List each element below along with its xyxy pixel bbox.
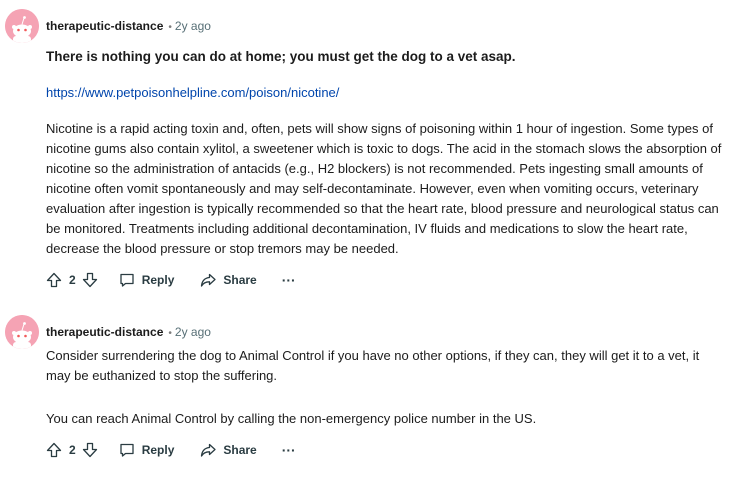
reply-button[interactable]: Reply [119,272,175,288]
reply-button[interactable]: Reply [119,442,175,458]
avatar[interactable] [5,315,39,349]
downvote-arrow-icon[interactable] [82,272,98,288]
share-button[interactable]: Share [200,272,257,288]
author-name[interactable]: therapeutic-distance [46,325,163,339]
comment-link-paragraph: https://www.petpoisonhelpline.com/poison… [46,83,726,103]
share-arrow-icon [200,442,217,458]
snoo-avatar-icon [5,315,39,349]
comment-actions: 2 Reply Share ··· [46,440,296,460]
comment-paragraph: You can reach Animal Control by calling … [46,411,537,426]
share-button[interactable]: Share [200,442,257,458]
upvote-arrow-icon[interactable] [46,442,62,458]
comment-meta: therapeutic-distance • 2y ago [46,324,211,340]
comment-meta: therapeutic-distance • 2y ago [46,18,211,34]
poison-helpline-link[interactable]: https://www.petpoisonhelpline.com/poison… [46,85,339,100]
reply-label: Reply [141,273,175,287]
vote-count: 2 [69,443,76,457]
share-label: Share [223,273,257,287]
timestamp: 2y ago [174,19,211,33]
downvote-arrow-icon[interactable] [82,442,98,458]
comment-paragraph: Consider surrendering the dog to Animal … [46,348,700,383]
more-options-icon[interactable]: ··· [282,443,296,457]
meta-separator: • [168,22,172,33]
comment-bubble-icon [119,272,135,288]
vote-count: 2 [69,273,76,287]
comment-actions: 2 Reply Share ··· [46,270,296,290]
share-label: Share [223,443,257,457]
share-arrow-icon [200,272,217,288]
reply-label: Reply [141,443,175,457]
meta-separator: • [168,328,172,339]
comment-bold-line: There is nothing you can do at home; you… [46,49,516,64]
snoo-avatar-icon [5,9,39,43]
comment-bubble-icon [119,442,135,458]
more-options-icon[interactable]: ··· [282,273,296,287]
timestamp: 2y ago [174,325,211,339]
author-name[interactable]: therapeutic-distance [46,19,163,33]
upvote-arrow-icon[interactable] [46,272,62,288]
comment-paragraph: Nicotine is a rapid acting toxin and, of… [46,121,722,256]
avatar[interactable] [5,9,39,43]
